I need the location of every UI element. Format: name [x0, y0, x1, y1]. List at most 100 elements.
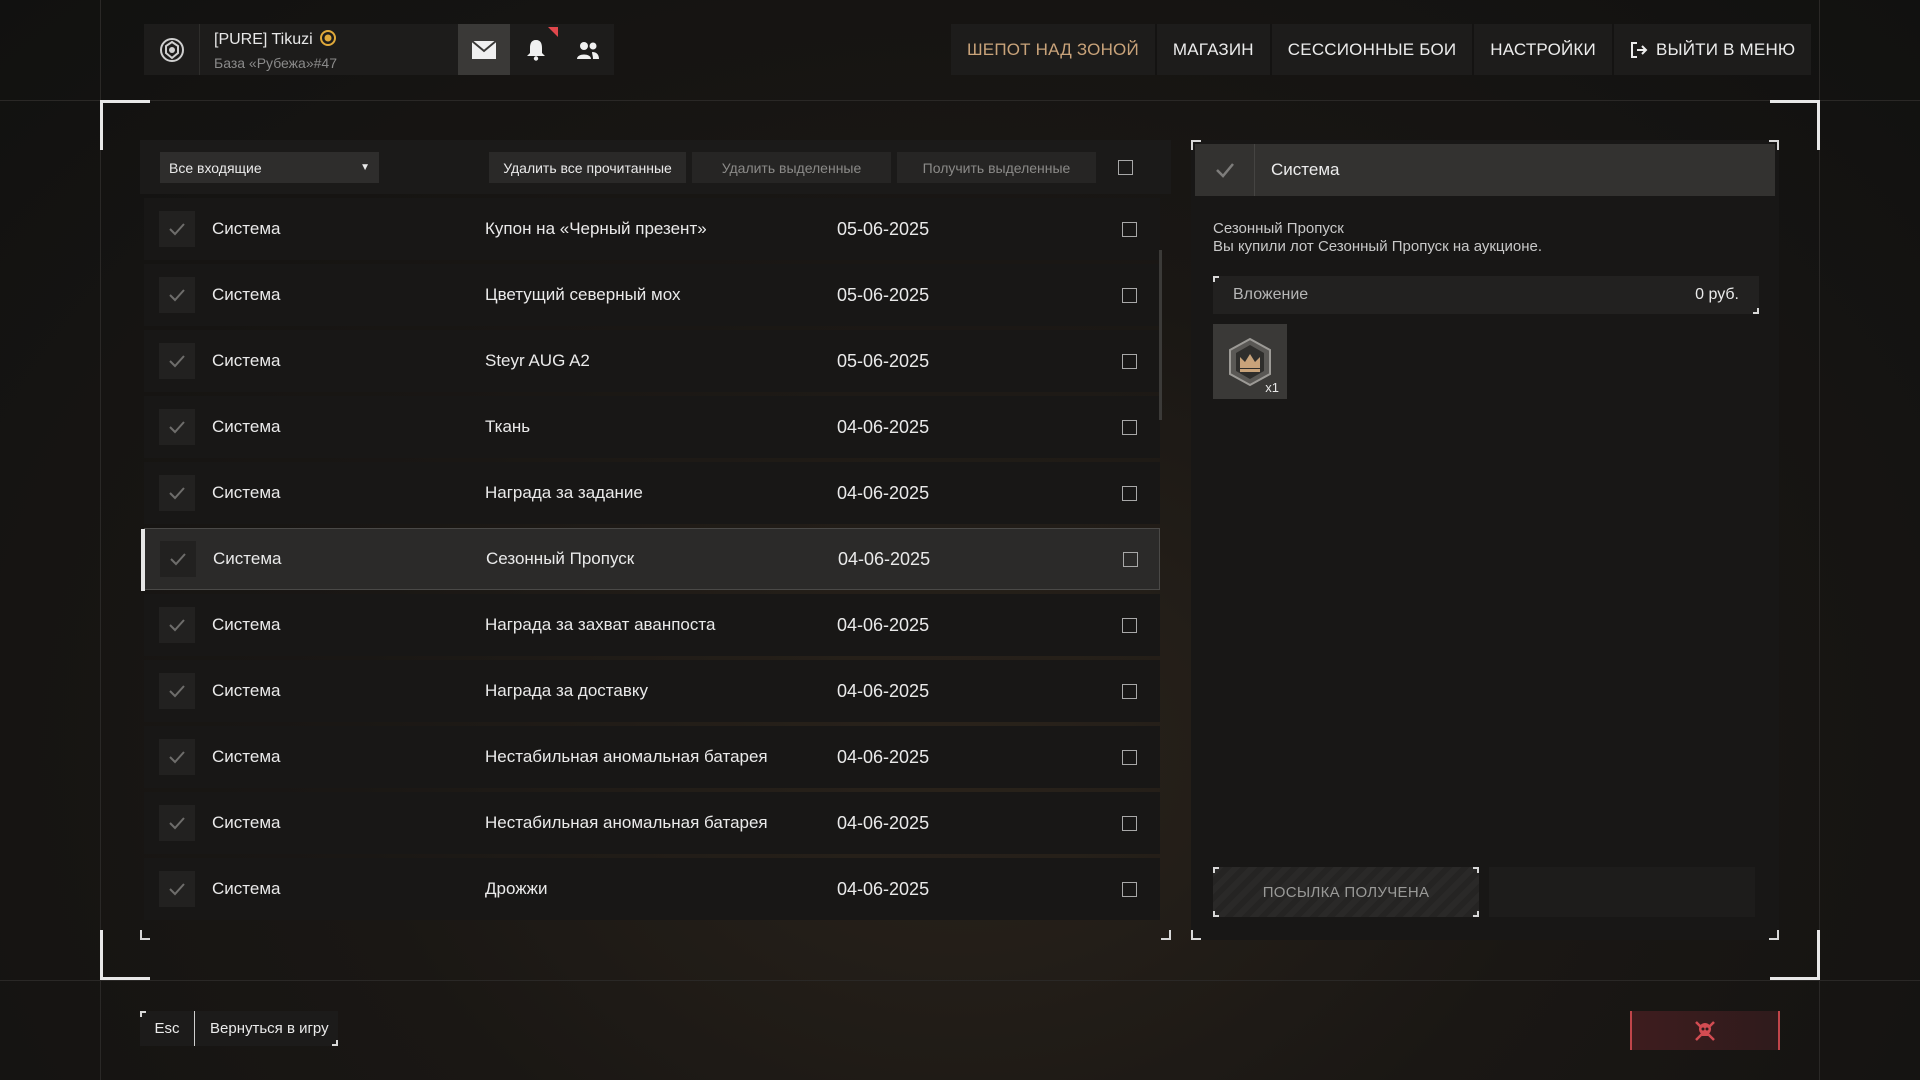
mail-subject: Сезонный Пропуск: [486, 549, 635, 568]
scrollbar[interactable]: [1159, 250, 1162, 420]
mail-sender: Система: [212, 747, 281, 766]
mail-row-checkbox[interactable]: [1122, 287, 1137, 303]
attachment-corner: [1753, 308, 1759, 314]
mail-row[interactable]: Система Награда за задание 04-06-2025: [144, 462, 1160, 524]
exit-label: ВЫЙТИ В МЕНЮ: [1655, 39, 1796, 59]
delete-selected-button[interactable]: Удалить выделенные: [692, 152, 891, 183]
mail-sender: Система: [213, 549, 282, 568]
button-corner: [1473, 867, 1479, 873]
read-check-icon: [159, 739, 195, 775]
nav-session-battles[interactable]: СЕССИОННЫЕ БОИ: [1272, 24, 1475, 75]
nav-shop[interactable]: МАГАЗИН: [1157, 24, 1272, 75]
bell-icon: [527, 39, 545, 61]
attachment-item-slot[interactable]: x1: [1213, 324, 1287, 399]
mail-subject: Нестабильная аномальная батарея: [485, 747, 768, 766]
mail-filter-select[interactable]: Все входящие ▼: [160, 152, 379, 183]
attachment-corner: [1213, 276, 1219, 282]
season-pass-icon: [1229, 337, 1271, 386]
mail-row-checkbox[interactable]: [1122, 749, 1137, 765]
button-corner: [1213, 867, 1219, 873]
frame-line-right: [1819, 0, 1820, 1080]
detail-sender: Система: [1271, 160, 1340, 179]
mail-date: 04-06-2025: [837, 878, 930, 899]
detail-header: Система: [1195, 144, 1775, 196]
panel-corner: [1191, 930, 1201, 940]
mail-subject: Награда за задание: [485, 483, 643, 502]
read-check-icon: [159, 673, 195, 709]
mail-row[interactable]: Система Награда за доставку 04-06-2025: [144, 660, 1160, 722]
frame-line-left: [100, 0, 101, 1080]
rank-badge-icon: [319, 29, 337, 52]
top-navigation: ШЕПОТ НАД ЗОНОЙ МАГАЗИН СЕССИОННЫЕ БОИ Н…: [951, 24, 1812, 75]
notifications-button[interactable]: [510, 24, 562, 75]
mail-row[interactable]: Система Ткань 04-06-2025: [144, 396, 1160, 458]
mail-filter-value: Все входящие: [169, 159, 262, 176]
mail-row-checkbox[interactable]: [1122, 221, 1137, 237]
mail-sender: Система: [212, 351, 281, 370]
mail-row-checkbox[interactable]: [1122, 419, 1137, 435]
mail-sender: Система: [212, 285, 281, 304]
mail-sender: Система: [212, 879, 281, 898]
esc-key: Esc: [140, 1011, 195, 1046]
button-corner: [1213, 911, 1219, 917]
mail-row-checkbox[interactable]: [1122, 485, 1137, 501]
mail-subject: Цветущий северный мох: [485, 285, 681, 304]
mail-row[interactable]: Система Нестабильная аномальная батарея 04…: [144, 726, 1160, 788]
select-all-checkbox[interactable]: [1118, 160, 1133, 175]
mail-sender: Система: [212, 813, 281, 832]
attachment-value: 0 руб.: [1695, 286, 1739, 303]
panel-corner: [1769, 930, 1779, 940]
notification-indicator: [548, 27, 558, 37]
mail-sender: Система: [212, 615, 281, 634]
item-quantity: x1: [1265, 380, 1279, 395]
mail-row[interactable]: Система Дрожжи 04-06-2025: [144, 858, 1160, 920]
mail-row-checkbox[interactable]: [1122, 815, 1137, 831]
player-name: [PURE] Tikuzi: [214, 31, 313, 48]
friends-button[interactable]: [562, 24, 614, 75]
exit-icon: [1630, 41, 1648, 58]
receive-selected-button[interactable]: Получить выделенные: [897, 152, 1096, 183]
mail-date: 04-06-2025: [837, 680, 930, 701]
mail-date: 04-06-2025: [838, 548, 931, 569]
mail-button[interactable]: [458, 24, 510, 75]
frame-line-top: [0, 100, 1920, 101]
empty-action-slot: [1489, 867, 1755, 917]
detail-body: Вы купили лот Сезонный Пропуск на аукцио…: [1213, 238, 1543, 255]
read-check-icon: [159, 607, 195, 643]
mail-row[interactable]: Система Купон на «Черный презент» 05-06-20…: [144, 198, 1160, 260]
mail-subject: Купон на «Черный презент»: [485, 219, 707, 238]
mail-date: 04-06-2025: [837, 614, 930, 635]
player-base: База «Рубежа»#47: [214, 54, 337, 71]
package-received-button[interactable]: ПОСЫЛКА ПОЛУЧЕНА: [1213, 867, 1479, 917]
mail-row[interactable]: Система Цветущий северный мох 05-06-2025: [144, 264, 1160, 326]
mail-row-checkbox[interactable]: [1122, 353, 1137, 369]
detail-title: Сезонный Пропуск: [1213, 220, 1344, 237]
mail-sender: Система: [212, 417, 281, 436]
read-check-icon: [159, 805, 195, 841]
mail-row[interactable]: Система Steyr AUG A2 05-06-2025: [144, 330, 1160, 392]
mail-date: 04-06-2025: [837, 482, 930, 503]
mail-date: 05-06-2025: [837, 350, 930, 371]
attachment-label: Вложение: [1233, 286, 1309, 303]
mail-icon: [471, 39, 497, 59]
nav-whisper[interactable]: ШЕПОТ НАД ЗОНОЙ: [951, 24, 1157, 75]
mail-row-checkbox[interactable]: [1123, 551, 1138, 567]
profile-panel[interactable]: [PURE] Tikuzi База «Рубежа»#47: [144, 24, 614, 75]
mail-subject: Steyr AUG A2: [485, 351, 590, 370]
mail-subject: Награда за захват аванпоста: [485, 615, 716, 634]
mail-row[interactable]: Система Сезонный Пропуск 04-06-2025: [141, 528, 1160, 591]
mail-row[interactable]: Система Награда за захват аванпоста 04-06-…: [144, 594, 1160, 656]
read-check-icon: [1195, 144, 1255, 196]
mail-row[interactable]: Система Нестабильная аномальная батарея 04…: [144, 792, 1160, 854]
panel-corner: [1161, 930, 1171, 940]
return-to-game-button[interactable]: Esc Вернуться в игру: [140, 1011, 338, 1046]
exit-to-menu-button[interactable]: ВЫЙТИ В МЕНЮ: [1614, 24, 1811, 75]
skull-button[interactable]: [1630, 1011, 1780, 1050]
delete-read-button[interactable]: Удалить все прочитанные: [489, 152, 686, 183]
nav-settings[interactable]: НАСТРОЙКИ: [1474, 24, 1614, 75]
mail-row-checkbox[interactable]: [1122, 683, 1137, 699]
button-corner: [332, 1040, 338, 1046]
mail-date: 05-06-2025: [837, 284, 930, 305]
mail-row-checkbox[interactable]: [1122, 881, 1137, 897]
mail-row-checkbox[interactable]: [1122, 617, 1137, 633]
